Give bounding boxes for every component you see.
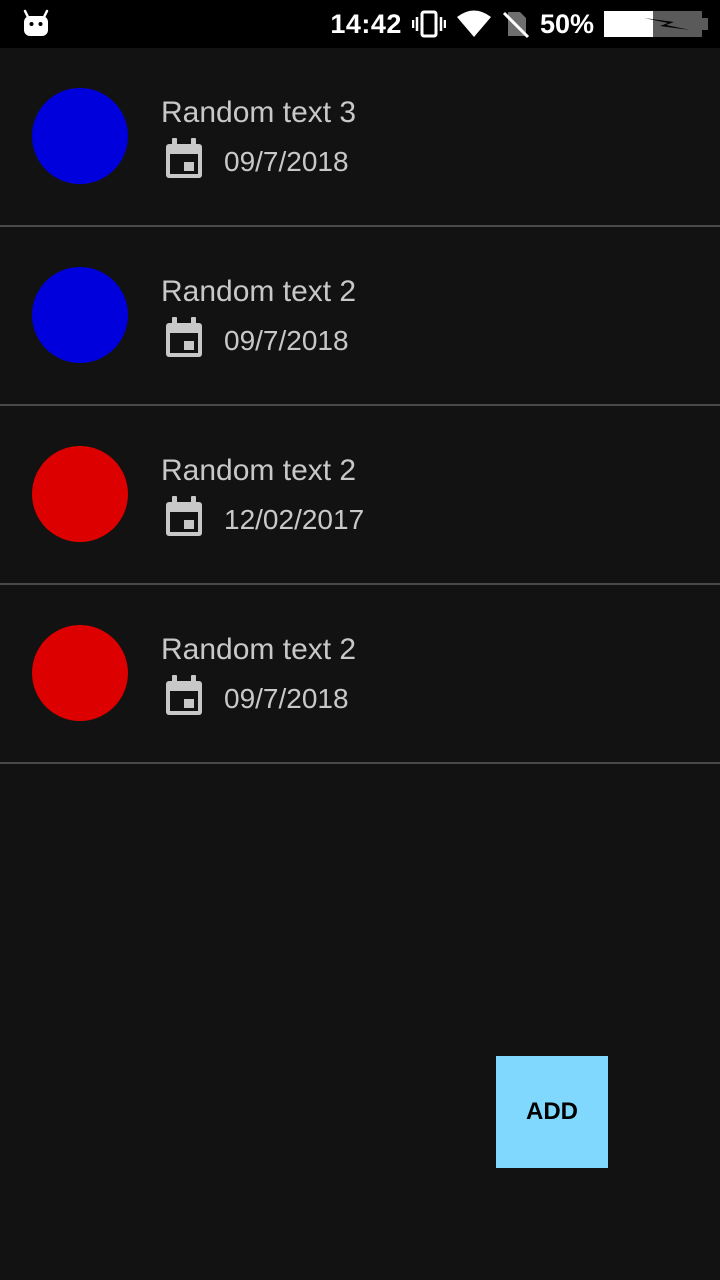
- item-date: 09/7/2018: [224, 325, 349, 356]
- status-dot: [32, 88, 128, 184]
- add-button[interactable]: ADD: [496, 1056, 608, 1168]
- calendar-icon: [166, 138, 202, 178]
- calendar-icon: [166, 496, 202, 536]
- status-dot: [32, 446, 128, 542]
- item-title: Random text 3: [161, 96, 357, 129]
- no-sim-icon: [502, 11, 530, 39]
- battery-percent: 50%: [539, 8, 594, 39]
- app-screen: 14:42 50% Random text 3 09/7/2018 Random…: [0, 0, 720, 1280]
- calendar-icon: [166, 675, 202, 715]
- item-date: 12/02/2017: [224, 504, 365, 535]
- list-item[interactable]: Random text 3 09/7/2018: [0, 48, 720, 227]
- status-dot: [32, 625, 128, 721]
- vibrate-icon: [411, 10, 446, 38]
- wifi-icon: [456, 10, 491, 37]
- item-title: Random text 2: [161, 633, 357, 666]
- status-time: 14:42: [330, 8, 402, 39]
- item-list: Random text 3 09/7/2018 Random text 2 09…: [0, 48, 720, 764]
- list-item[interactable]: Random text 2 12/02/2017: [0, 406, 720, 585]
- calendar-icon: [166, 317, 202, 357]
- android-debug-icon: [23, 9, 49, 36]
- item-date: 09/7/2018: [224, 146, 349, 177]
- item-title: Random text 2: [161, 454, 357, 487]
- status-bar: 14:42 50%: [0, 0, 720, 48]
- status-dot: [32, 267, 128, 363]
- item-title: Random text 2: [161, 275, 357, 308]
- status-icons: 14:42 50%: [330, 0, 708, 48]
- item-date: 09/7/2018: [224, 683, 349, 714]
- battery-charging-icon: [604, 11, 708, 37]
- list-item[interactable]: Random text 2 09/7/2018: [0, 585, 720, 764]
- list-item[interactable]: Random text 2 09/7/2018: [0, 227, 720, 406]
